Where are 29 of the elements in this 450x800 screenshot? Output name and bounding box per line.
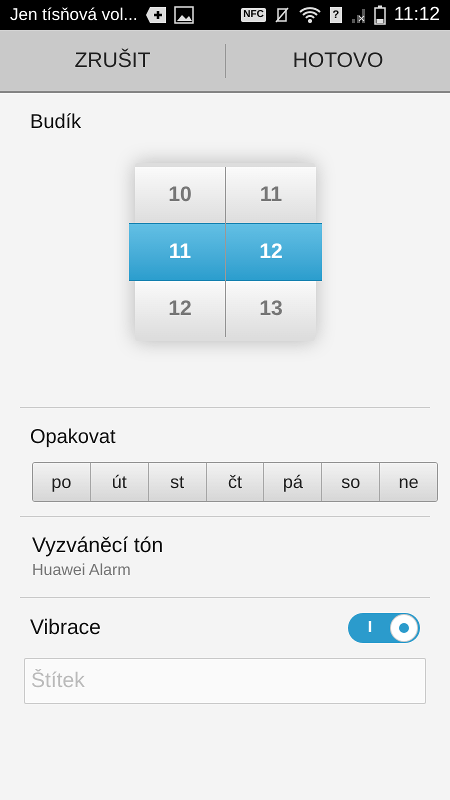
- picker-value[interactable]: 12: [168, 293, 192, 325]
- day-toggle[interactable]: út: [90, 463, 148, 501]
- picker-value[interactable]: 13: [259, 293, 283, 325]
- section-title: Budík: [30, 110, 82, 135]
- nfc-icon: NFC: [241, 8, 266, 22]
- muted-vibration-icon: [274, 6, 290, 24]
- day-toggle[interactable]: so: [321, 463, 380, 501]
- signal-icon: [350, 7, 366, 23]
- notification-text: Jen tísňová vol...: [10, 4, 138, 26]
- section-title: Opakovat: [30, 425, 117, 450]
- sim-icon: ?: [330, 7, 342, 23]
- vibration-label: Vibrace: [30, 615, 101, 642]
- plus-icon: [146, 7, 166, 23]
- day-toggle[interactable]: st: [148, 463, 206, 501]
- picker-value[interactable]: 11: [260, 179, 282, 211]
- label-input[interactable]: Štítek: [24, 658, 426, 704]
- wifi-icon: [298, 6, 322, 24]
- battery-icon: [374, 5, 386, 25]
- ringtone-value: Huawei Alarm: [32, 561, 132, 581]
- day-toggle[interactable]: pá: [263, 463, 322, 501]
- action-button[interactable]: ZRUŠIT: [0, 30, 225, 91]
- day-toggle[interactable]: ne: [379, 463, 437, 501]
- day-toggle[interactable]: čt: [206, 463, 264, 501]
- image-icon: [174, 6, 194, 24]
- clock-text: 11:12: [394, 2, 440, 27]
- ringtone-title[interactable]: Vyzváněcí tón: [32, 533, 418, 559]
- day-toggle[interactable]: po: [33, 463, 90, 501]
- picker-value[interactable]: 10: [168, 179, 192, 211]
- action-button[interactable]: HOTOVO: [226, 30, 450, 91]
